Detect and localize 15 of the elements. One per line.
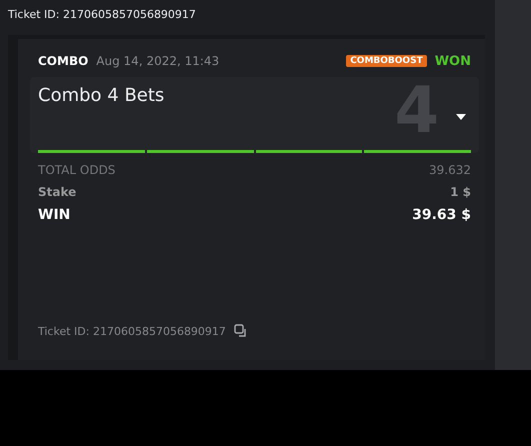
- row-value: 1 $: [450, 185, 471, 199]
- ticket-id: Ticket ID: 2170605857056890917: [38, 324, 226, 338]
- caret-icon[interactable]: [455, 113, 467, 121]
- row-label: Stake: [38, 185, 76, 199]
- bet-date: Aug 14, 2022, 11:43: [96, 54, 220, 68]
- copy-icon[interactable]: [234, 324, 248, 338]
- row-value: 39.632: [429, 163, 471, 177]
- bet-status: WON: [434, 54, 471, 68]
- row-label: WIN: [38, 207, 70, 223]
- boost-badge: COMBOBOOST: [346, 55, 427, 67]
- bet-type: COMBO: [38, 54, 88, 68]
- row-label: TOTAL ODDS: [38, 163, 116, 177]
- ticket-id: Ticket ID: 2170605857056890917: [7, 7, 197, 23]
- row-value: 39.63 $: [412, 207, 471, 223]
- bet-title: Combo 4 Bets: [38, 85, 166, 106]
